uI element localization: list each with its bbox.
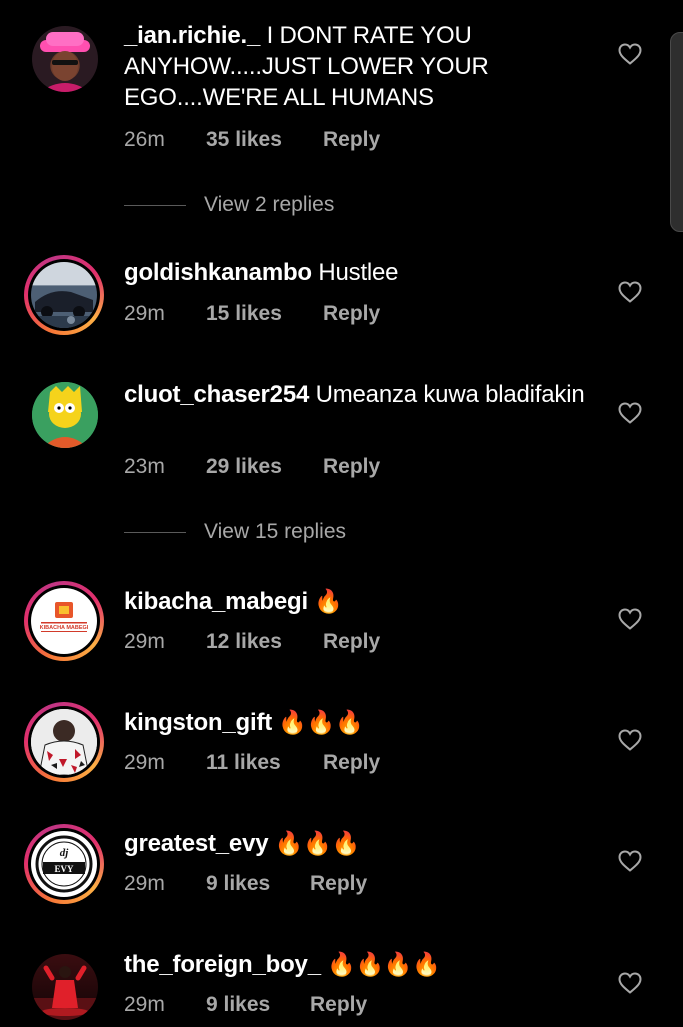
view-replies-button[interactable]: View 15 replies	[124, 520, 346, 544]
heart-icon[interactable]	[618, 850, 642, 872]
reply-button[interactable]: Reply	[323, 751, 380, 775]
dj-logo: dj EVY	[35, 835, 93, 893]
avatar[interactable]	[24, 255, 104, 335]
reply-button[interactable]: Reply	[310, 993, 367, 1017]
comment-body: 🔥🔥🔥🔥	[320, 951, 441, 977]
comment-username[interactable]: kibacha_mabegi	[124, 588, 308, 615]
comment-likes[interactable]: 15 likes	[206, 302, 323, 326]
comment-body: 🔥	[307, 588, 343, 614]
logo-text: EVY	[54, 864, 74, 874]
avatar[interactable]: dj EVY	[24, 824, 104, 904]
comments-screen: _ian.richie._ I DONT RATE YOU ANYHOW....…	[0, 0, 683, 1027]
comment-text: _ian.richie._ I DONT RATE YOU ANYHOW....…	[124, 20, 594, 113]
view-replies-button[interactable]: View 2 replies	[124, 193, 334, 217]
comment-text: kingston_gift 🔥🔥🔥	[124, 707, 594, 738]
reply-button[interactable]: Reply	[323, 302, 380, 326]
comment-text: the_foreign_boy_ 🔥🔥🔥🔥	[124, 949, 594, 980]
comment-time: 26m	[124, 128, 165, 151]
comment-username[interactable]: cluot_chaser254	[124, 381, 309, 408]
comment-meta: 29m 12 likes Reply	[124, 630, 380, 654]
comment-likes[interactable]: 11 likes	[206, 751, 323, 775]
comment-likes[interactable]: 9 likes	[206, 872, 310, 896]
comment-time: 29m	[124, 751, 165, 774]
heart-icon[interactable]	[618, 281, 642, 303]
svg-text:dj: dj	[60, 847, 70, 859]
comment-likes[interactable]: 9 likes	[206, 993, 310, 1017]
comment-text: kibacha_mabegi 🔥	[124, 586, 594, 617]
avatar[interactable]	[32, 954, 98, 1020]
avatar[interactable]	[32, 26, 98, 92]
heart-icon[interactable]	[618, 608, 642, 630]
brand-logo: KIBACHA MABEGI	[40, 602, 89, 632]
comment-time: 29m	[124, 993, 165, 1016]
reply-button[interactable]: Reply	[323, 128, 380, 152]
comment-likes[interactable]: 35 likes	[206, 128, 323, 152]
comment-meta: 29m 11 likes Reply	[124, 751, 380, 775]
comment-likes[interactable]: 12 likes	[206, 630, 323, 654]
comment-meta: 29m 15 likes Reply	[124, 302, 380, 326]
heart-icon[interactable]	[618, 43, 642, 65]
comment-username[interactable]: the_foreign_boy_	[124, 951, 321, 978]
comment-username[interactable]: _ian.richie._	[124, 22, 260, 49]
comment-meta: 29m 9 likes Reply	[124, 993, 367, 1017]
reply-button[interactable]: Reply	[323, 455, 380, 479]
avatar[interactable]	[32, 382, 98, 448]
comment-text: goldishkanambo Hustlee	[124, 257, 594, 288]
comment-meta: 29m 9 likes Reply	[124, 872, 367, 896]
comment-meta: 26m 35 likes Reply	[124, 128, 380, 152]
comment-username[interactable]: greatest_evy	[124, 830, 269, 857]
heart-icon[interactable]	[618, 402, 642, 424]
comment-time: 29m	[124, 872, 165, 895]
divider	[124, 204, 186, 206]
comment-likes[interactable]: 29 likes	[206, 455, 323, 479]
comment-username[interactable]: kingston_gift	[124, 709, 272, 736]
scrollbar-handle[interactable]	[670, 32, 683, 232]
comment-body: 🔥🔥🔥	[272, 709, 364, 735]
heart-icon[interactable]	[618, 972, 642, 994]
reply-button[interactable]: Reply	[323, 630, 380, 654]
comment-text: cluot_chaser254 Umeanza kuwa bladifakin	[124, 379, 594, 410]
comment-time: 23m	[124, 455, 165, 478]
comment-time: 29m	[124, 302, 165, 325]
divider	[124, 531, 186, 533]
comment-body: Umeanza kuwa bladifakin	[309, 381, 585, 408]
comment-time: 29m	[124, 630, 165, 653]
comment-body: Hustlee	[311, 259, 399, 286]
comment-meta: 23m 29 likes Reply	[124, 455, 380, 479]
reply-button[interactable]: Reply	[310, 872, 367, 896]
logo-text: KIBACHA MABEGI	[40, 625, 89, 631]
avatar[interactable]: KIBACHA MABEGI	[24, 581, 104, 661]
comment-body: 🔥🔥🔥	[268, 830, 361, 856]
comment-text: greatest_evy 🔥🔥🔥	[124, 828, 594, 859]
heart-icon[interactable]	[618, 729, 642, 751]
comment-username[interactable]: goldishkanambo	[124, 259, 312, 286]
avatar[interactable]	[24, 702, 104, 782]
